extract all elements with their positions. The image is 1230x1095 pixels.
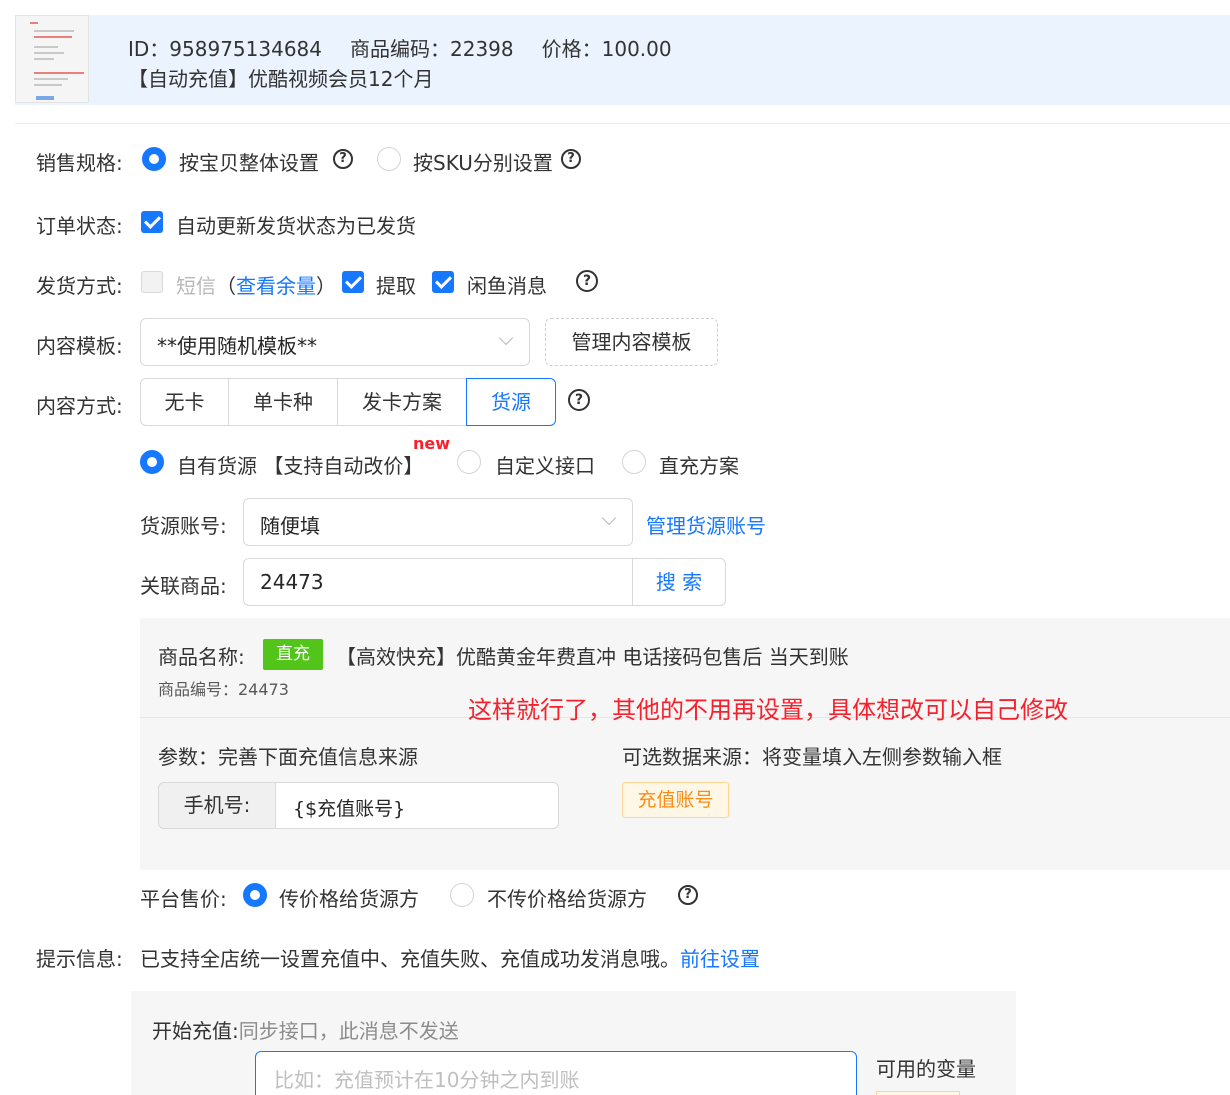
manage-source-account-link[interactable]: 管理货源账号: [646, 510, 766, 539]
sales-spec-label: 销售规格:: [36, 151, 123, 175]
chevron-down-icon: [601, 510, 617, 526]
content-mode-label: 内容方式:: [36, 394, 123, 418]
go-settings-link[interactable]: 前往设置: [680, 947, 760, 971]
tip-info-label: 提示信息:: [36, 947, 123, 971]
param-phone-value: {$充值账号}: [293, 798, 406, 820]
pass-price-label[interactable]: 传价格给货源方: [279, 883, 419, 912]
manage-template-button[interactable]: 管理内容模板: [545, 318, 718, 366]
mode-no-card[interactable]: 无卡: [140, 378, 229, 426]
sales-spec-whole-radio[interactable]: [142, 147, 166, 171]
content-template-value: **使用随机模板**: [157, 334, 317, 358]
source-account-label: 货源账号:: [140, 514, 227, 538]
no-pass-price-label[interactable]: 不传价格给货源方: [487, 883, 647, 912]
start-recharge-note: 同步接口，此消息不发送: [238, 1019, 459, 1043]
pickup-checkbox[interactable]: [342, 271, 364, 293]
chevron-down-icon: [498, 330, 514, 346]
own-source-text: 自有货源: [177, 454, 257, 478]
recharge-account-variable[interactable]: 充值账号: [622, 782, 729, 818]
linked-product-input[interactable]: 24473: [243, 558, 633, 606]
start-recharge-title: 开始充值:: [152, 1019, 239, 1043]
params-title: 参数：完善下面充值信息来源: [158, 745, 418, 769]
help-icon[interactable]: ?: [568, 389, 590, 411]
mode-card-plan[interactable]: 发卡方案: [337, 378, 467, 426]
sms-checkbox[interactable]: [141, 271, 163, 293]
paren-close: ）: [316, 274, 336, 298]
product-name-label: 商品名称:: [158, 645, 245, 669]
sales-spec-whole-label[interactable]: 按宝贝整体设置: [179, 147, 319, 176]
source-account-value: 随便填: [260, 514, 320, 538]
variable-tag[interactable]: [876, 1091, 960, 1095]
sales-spec-sku-label[interactable]: 按SKU分别设置: [413, 147, 553, 176]
product-title: 【自动充值】优酷视频会员12个月: [128, 67, 434, 91]
own-source-note: 【支持自动改价】: [263, 454, 424, 478]
sales-spec-sku-radio[interactable]: [377, 147, 401, 171]
no-pass-price-radio[interactable]: [450, 883, 474, 907]
linked-product-name: 【高效快充】优酷黄金年费直冲 电话接码包售后 当天到账: [336, 645, 849, 669]
param-phone-label: 手机号:: [158, 782, 276, 829]
direct-plan-radio[interactable]: [622, 450, 646, 474]
help-icon[interactable]: ?: [333, 149, 353, 169]
pass-price-radio[interactable]: [243, 883, 267, 907]
tip-info-text: 已支持全店统一设置充值中、充值失败、充值成功发消息哦。前往设置: [140, 943, 760, 972]
content-template-label: 内容模板:: [36, 334, 123, 358]
direct-plan-label[interactable]: 直充方案: [659, 450, 739, 479]
search-button[interactable]: 搜 索: [632, 558, 726, 606]
new-badge: new: [413, 434, 451, 453]
custom-api-label[interactable]: 自定义接口: [495, 450, 595, 479]
tip-info-body: 已支持全店统一设置充值中、充值失败、充值成功发消息哦。: [140, 947, 680, 971]
linked-product-value: 24473: [260, 570, 324, 594]
sources-title: 可选数据来源：将变量填入左侧参数输入框: [622, 745, 1002, 769]
param-phone-input[interactable]: {$充值账号}: [275, 782, 559, 829]
linked-product-code: 商品编号：24473: [158, 680, 289, 699]
start-recharge-placeholder: 比如：充值预计在10分钟之内到账: [274, 1068, 580, 1092]
platform-price-label: 平台售价:: [140, 887, 227, 911]
delivery-label: 发货方式:: [36, 274, 123, 298]
available-variables-label: 可用的变量: [876, 1057, 976, 1081]
linked-product-label: 关联商品:: [140, 574, 227, 598]
start-recharge-label: 开始充值:同步接口，此消息不发送: [152, 1015, 459, 1044]
auto-update-checkbox[interactable]: [141, 211, 163, 233]
help-icon[interactable]: ?: [576, 270, 598, 292]
sms-option: 短信（查看余量）: [176, 270, 336, 299]
annotation-note: 这样就行了，其他的不用再设置，具体想改可以自己修改: [468, 696, 1068, 724]
auto-update-label[interactable]: 自动更新发货状态为已发货: [176, 210, 416, 239]
product-price: 价格：100.00: [541, 37, 672, 61]
start-recharge-message-input[interactable]: 比如：充值预计在10分钟之内到账: [255, 1051, 857, 1095]
xianyu-label[interactable]: 闲鱼消息: [467, 270, 547, 299]
order-status-label: 订单状态:: [36, 214, 123, 238]
product-meta: ID：958975134684 商品编码：22398 价格：100.00: [128, 33, 700, 62]
check-balance-link[interactable]: 查看余量: [236, 274, 316, 298]
paren-open: （: [216, 274, 236, 298]
custom-api-radio[interactable]: [457, 450, 481, 474]
product-code: 商品编码：22398: [350, 37, 514, 61]
header-divider: [15, 123, 1230, 124]
help-icon[interactable]: ?: [678, 885, 698, 905]
source-account-select[interactable]: 随便填: [243, 498, 633, 546]
product-id: ID：958975134684: [128, 37, 322, 61]
content-template-select[interactable]: **使用随机模板**: [140, 318, 530, 366]
sms-label: 短信: [176, 274, 216, 298]
mode-single-card[interactable]: 单卡种: [228, 378, 338, 426]
xianyu-checkbox[interactable]: [432, 271, 454, 293]
direct-charge-tag: 直充: [263, 639, 323, 670]
help-icon[interactable]: ?: [561, 149, 581, 169]
own-source-label[interactable]: 自有货源 【支持自动改价】: [177, 450, 423, 479]
mode-source[interactable]: 货源: [466, 378, 556, 426]
own-source-radio[interactable]: [140, 450, 164, 474]
product-thumbnail: [15, 15, 89, 103]
pickup-label[interactable]: 提取: [376, 270, 416, 299]
